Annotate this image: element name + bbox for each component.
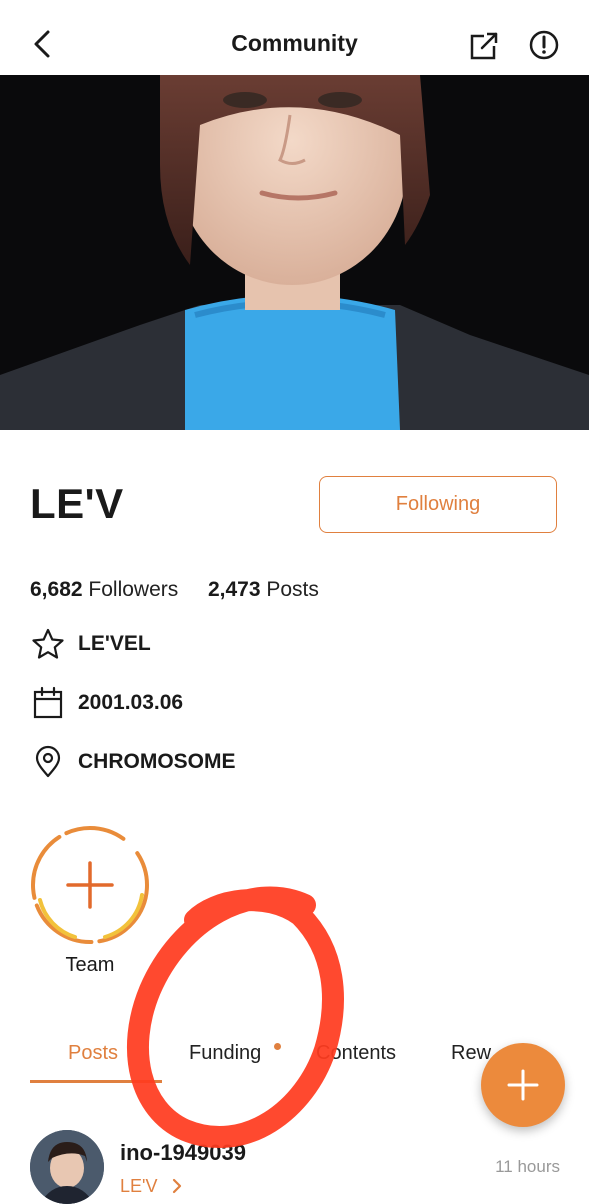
plus-icon <box>66 861 114 909</box>
team-label: Team <box>65 954 115 976</box>
tab-rewards[interactable]: Rew <box>451 1042 491 1065</box>
birthday-date: 2001.03.06 <box>78 691 184 714</box>
profile-stats: 6,682 Followers 2,473 Posts <box>30 578 319 602</box>
tab-funding[interactable]: Funding <box>189 1042 261 1065</box>
page-title: Community <box>231 30 358 56</box>
post-timestamp: 11 hours <box>495 1157 560 1176</box>
team-add-button[interactable] <box>30 825 150 945</box>
active-tab-indicator <box>30 1080 162 1083</box>
post-artist-link[interactable]: LE'V <box>120 1176 184 1197</box>
location-pin-icon <box>30 744 66 780</box>
profile-banner-photo <box>0 75 589 430</box>
tab-contents[interactable]: Contents <box>316 1042 396 1065</box>
following-button[interactable]: Following <box>319 476 557 533</box>
posts-count: 2,473 <box>207 578 261 601</box>
share-icon[interactable] <box>468 30 500 62</box>
plus-icon <box>507 1069 539 1101</box>
location-row: CHROMOSOME <box>30 744 236 780</box>
artist-name: LE'V <box>30 480 124 527</box>
followers-label: Followers <box>88 578 179 601</box>
star-icon <box>30 626 66 662</box>
avatar[interactable] <box>30 1130 104 1204</box>
fandom-row: LE'VEL <box>30 626 151 662</box>
posts-label: Posts <box>266 578 319 601</box>
tab-posts[interactable]: Posts <box>68 1042 118 1065</box>
birthday-row: 2001.03.06 <box>30 685 183 721</box>
post-username[interactable]: ino-1949039 <box>120 1140 246 1166</box>
followers-count: 6,682 <box>30 578 83 601</box>
top-bar: Community <box>0 0 589 75</box>
chevron-right-icon <box>173 1178 182 1194</box>
post-artist-label: LE'V <box>120 1176 158 1196</box>
calendar-icon <box>30 685 66 721</box>
create-post-button[interactable] <box>481 1043 565 1127</box>
location-name: CHROMOSOME <box>78 750 236 773</box>
funding-new-dot <box>274 1043 281 1050</box>
fandom-name: LE'VEL <box>78 632 151 655</box>
info-icon[interactable] <box>527 28 561 62</box>
